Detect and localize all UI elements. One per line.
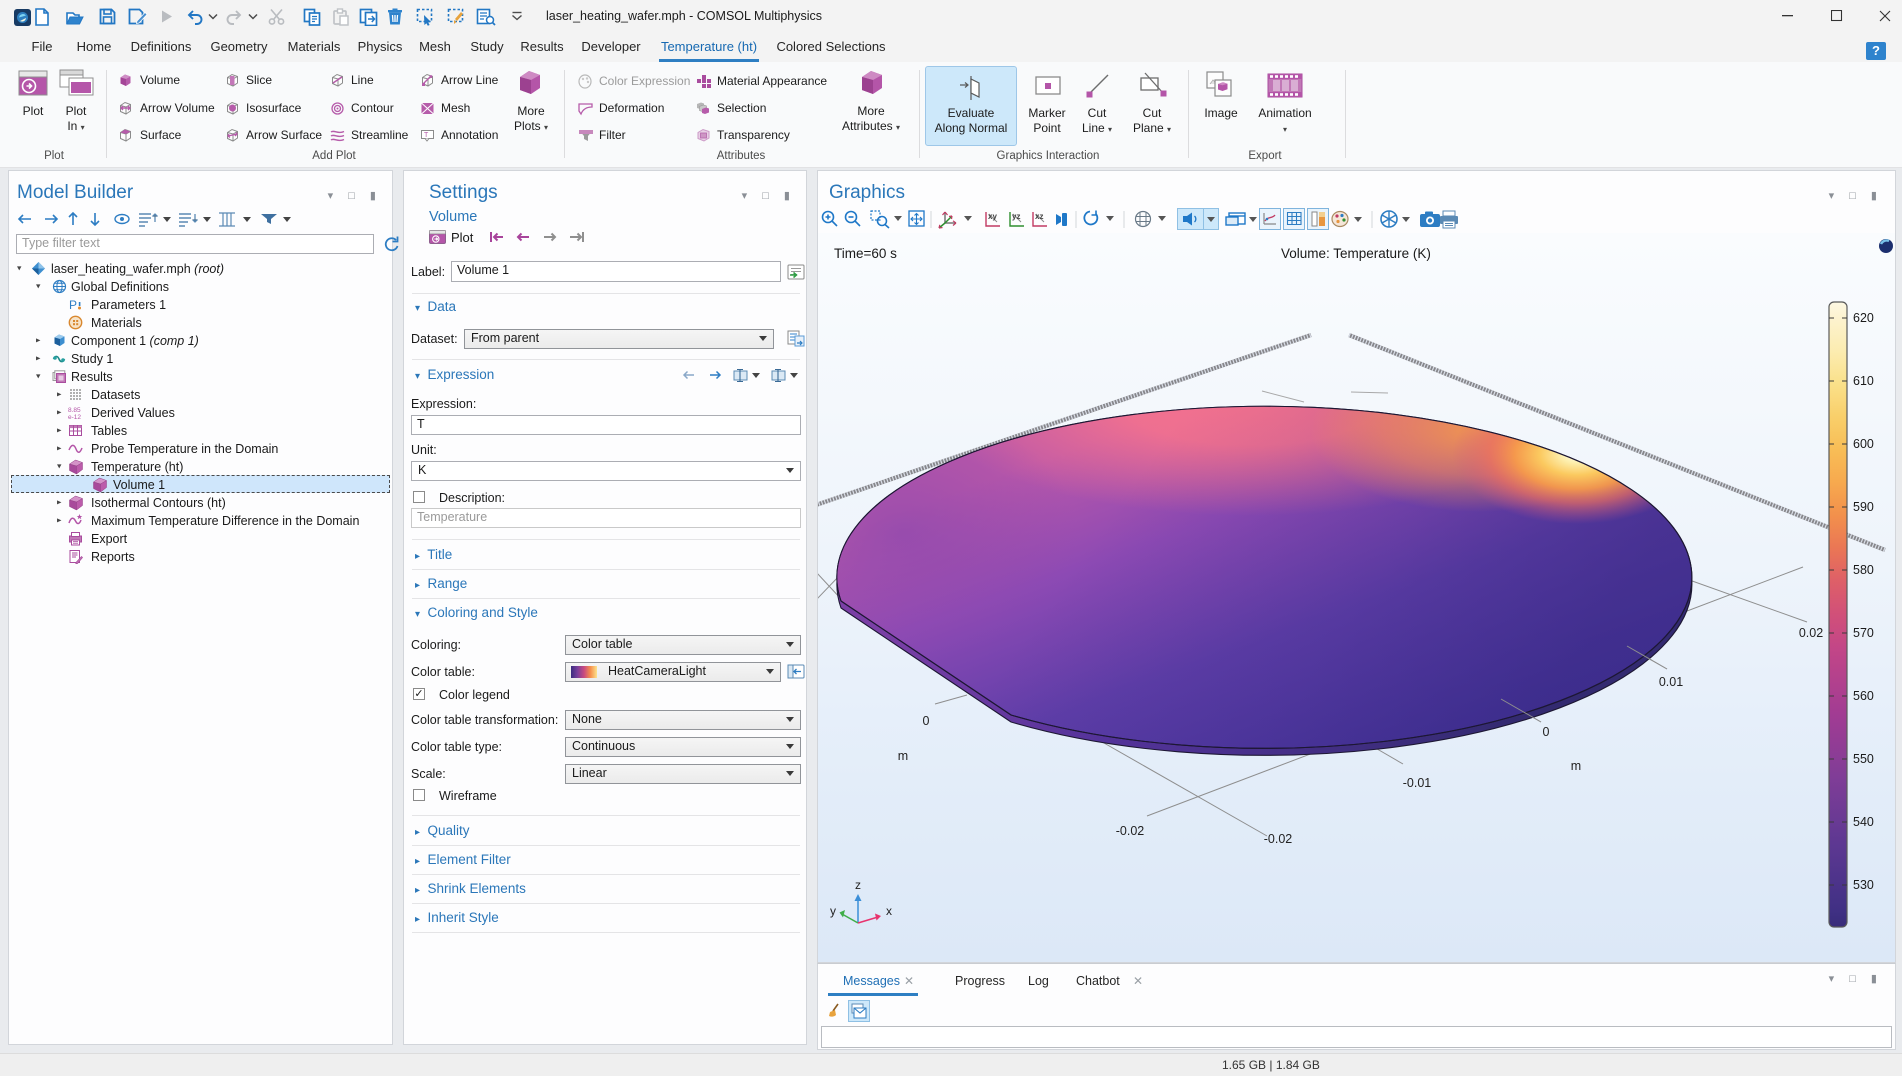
svg-text:610: 610 [1853,374,1874,388]
svg-text:x: x [886,904,892,918]
svg-text:0: 0 [1543,725,1550,739]
svg-text:530: 530 [1853,878,1874,892]
svg-text:540: 540 [1853,815,1874,829]
svg-text:600: 600 [1853,437,1874,451]
svg-text:m: m [1571,759,1581,773]
svg-text:m: m [898,749,908,763]
svg-text:590: 590 [1853,500,1874,514]
svg-text:0.02: 0.02 [1799,626,1823,640]
svg-text:P: P [69,298,77,312]
svg-text:-0.02: -0.02 [1116,824,1145,838]
svg-text:580: 580 [1853,563,1874,577]
svg-text:560: 560 [1853,689,1874,703]
svg-text:620: 620 [1853,311,1874,325]
svg-text:e-12: e-12 [68,414,81,420]
svg-text:8.85: 8.85 [68,407,81,414]
svg-text:0.01: 0.01 [1659,675,1683,689]
svg-text:Time=60 s: Time=60 s [834,246,897,261]
svg-text:-0.02: -0.02 [1264,832,1293,846]
svg-text:T: T [424,132,429,139]
svg-text:yz: yz [1012,212,1020,221]
svg-text:0: 0 [923,714,930,728]
svg-text:-0.01: -0.01 [1403,776,1432,790]
svg-text:y: y [830,904,836,918]
svg-text:xy: xy [988,212,997,221]
svg-text:z: z [855,878,861,892]
svg-text:Volume: Temperature (K): Volume: Temperature (K) [1281,246,1431,261]
svg-text:570: 570 [1853,626,1874,640]
svg-text:550: 550 [1853,752,1874,766]
svg-text:xz: xz [1035,212,1043,221]
